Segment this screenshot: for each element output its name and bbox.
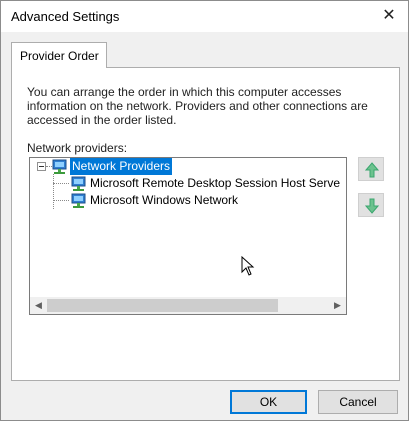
tree-item[interactable]: Microsoft Windows Network bbox=[30, 192, 346, 209]
tree-item-label: Microsoft Remote Desktop Session Host Se… bbox=[90, 176, 341, 190]
horizontal-scrollbar[interactable]: ◀ ▶ bbox=[30, 297, 346, 314]
scroll-left-icon[interactable]: ◀ bbox=[30, 297, 47, 314]
tree-item-root-label: Network Providers bbox=[70, 158, 173, 175]
network-providers-label: Network providers: bbox=[27, 141, 128, 155]
tree-item-root[interactable]: Network Providers bbox=[30, 158, 346, 175]
move-up-button[interactable] bbox=[358, 157, 384, 181]
network-providers-tree[interactable]: Network Providers Microsoft Remote Deskt… bbox=[29, 157, 347, 315]
move-up-icon bbox=[365, 162, 379, 178]
scroll-right-icon[interactable]: ▶ bbox=[329, 297, 346, 314]
tab-provider-order[interactable]: Provider Order bbox=[11, 42, 107, 68]
advanced-settings-dialog: Advanced Settings ✕ Provider Order You c… bbox=[0, 0, 409, 421]
description-text: You can arrange the order in which this … bbox=[27, 85, 368, 127]
move-down-button[interactable] bbox=[358, 193, 384, 217]
move-down-icon bbox=[365, 198, 379, 214]
ok-button[interactable]: OK bbox=[230, 390, 307, 414]
title-bar: Advanced Settings ✕ bbox=[1, 1, 408, 32]
network-icon bbox=[71, 193, 86, 208]
window-title: Advanced Settings bbox=[11, 9, 120, 24]
network-icon bbox=[52, 159, 67, 174]
mouse-cursor-icon bbox=[241, 256, 255, 276]
cancel-button[interactable]: Cancel bbox=[318, 390, 398, 414]
tree-item-label: Microsoft Windows Network bbox=[90, 193, 239, 207]
tree-item[interactable]: Microsoft Remote Desktop Session Host Se… bbox=[30, 175, 346, 192]
tab-provider-order-label: Provider Order bbox=[20, 49, 99, 63]
close-icon[interactable]: ✕ bbox=[378, 5, 400, 27]
network-icon bbox=[71, 176, 86, 191]
scrollbar-thumb[interactable] bbox=[47, 299, 278, 312]
collapse-icon[interactable] bbox=[37, 162, 46, 171]
provider-order-panel: You can arrange the order in which this … bbox=[11, 67, 400, 381]
